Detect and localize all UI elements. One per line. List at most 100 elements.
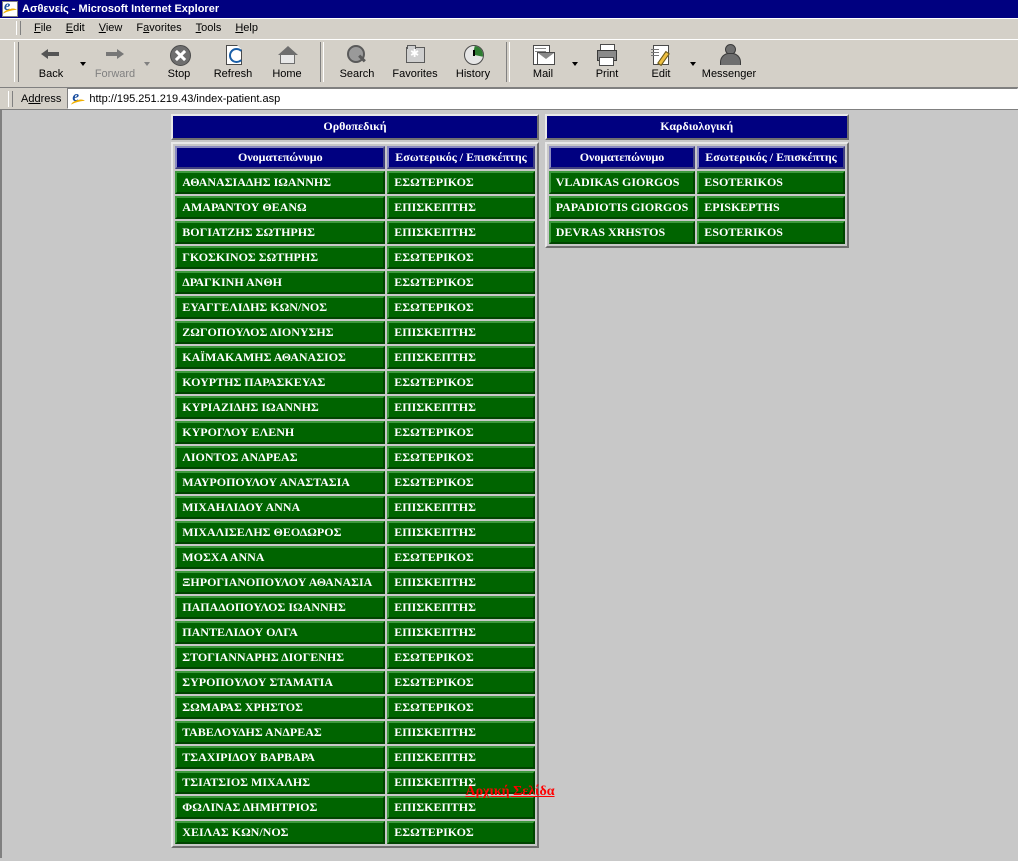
menu-item-tools[interactable]: Tools bbox=[189, 20, 229, 36]
department-title-orthopedic: Ορθοπεδική bbox=[171, 114, 539, 140]
cell-patient-status: ΕΣΩΤΕΡΙΚΟΣ bbox=[387, 371, 535, 394]
cell-patient-name: ΚΑΪΜΑΚΑΜΗΣ ΑΘΑΝΑΣΙΟΣ bbox=[175, 346, 386, 369]
menu-item-favorites[interactable]: Favorites bbox=[129, 20, 188, 36]
cell-patient-name: ΛΙΟΝΤΟΣ ΑΝΔΡΕΑΣ bbox=[175, 446, 386, 469]
patients-tbody-cardiology: VLADIKAS GIORGOS ESOTERIKOS PAPADIOTIS GIO… bbox=[548, 171, 845, 244]
cell-patient-name: ΒΟΓΙΑΤΖΗΣ ΣΩΤΗΡΗΣ bbox=[175, 221, 386, 244]
back-dropdown-icon[interactable] bbox=[78, 40, 88, 86]
cell-patient-status: ΕΠΙΣΚΕΠΤΗΣ bbox=[387, 346, 535, 369]
cell-patient-name: ΧΕΙΛΑΣ ΚΩΝ/ΝΟΣ bbox=[175, 821, 386, 844]
table-row: ΞΗΡΟΓΙΑΝΟΠΟΥΛΟΥ ΑΘΑΝΑΣΙΑ ΕΠΙΣΚΕΠΤΗΣ bbox=[175, 571, 535, 594]
cell-patient-name: ΤΣΑΧΙΡΙΔΟΥ ΒΑΡΒΑΡΑ bbox=[175, 746, 386, 769]
forward-button[interactable]: Forward bbox=[88, 40, 142, 87]
cell-patient-status: ΕΣΩΤΕΡΙΚΟΣ bbox=[387, 471, 535, 494]
window-title: Ασθενείς - Microsoft Internet Explorer bbox=[22, 3, 220, 15]
search-icon bbox=[344, 43, 370, 67]
cell-patient-status: ΕΠΙΣΚΕΠΤΗΣ bbox=[387, 496, 535, 519]
cell-patient-status: ΕΠΙΣΚΕΠΤΗΣ bbox=[387, 621, 535, 644]
table-row: ΕΥΑΓΓΕΛΙΔΗΣ ΚΩΝ/ΝΟΣ ΕΣΩΤΕΡΙΚΟΣ bbox=[175, 296, 535, 319]
department-block-orthopedic: Ορθοπεδική Ονοματεπώνυμο Εσωτερικός / Επ… bbox=[171, 114, 539, 848]
cell-patient-name: ΕΥΑΓΓΕΛΙΔΗΣ ΚΩΝ/ΝΟΣ bbox=[175, 296, 386, 319]
home-button[interactable]: Home bbox=[260, 40, 314, 87]
history-button[interactable]: History bbox=[446, 40, 500, 87]
cell-patient-name: ΜΙΧΑΛΙΣΕΛΗΣ ΘΕΟΔΩΡΟΣ bbox=[175, 521, 386, 544]
ie-logo-icon bbox=[2, 1, 18, 17]
cell-patient-name: VLADIKAS GIORGOS bbox=[548, 171, 696, 194]
table-row: ΜΑΥΡΟΠΟΥΛΟΥ ΑΝΑΣΤΑΣΙΑ ΕΣΩΤΕΡΙΚΟΣ bbox=[175, 471, 535, 494]
patients-tbody-orthopedic: ΑΘΑΝΑΣΙΑΔΗΣ ΙΩΑΝΝΗΣ ΕΣΩΤΕΡΙΚΟΣ ΑΜΑΡΑΝΤΟΥ Θ… bbox=[175, 171, 535, 844]
cell-patient-status: ESOTERIKOS bbox=[697, 171, 845, 194]
address-label: Address bbox=[21, 92, 62, 105]
table-row: ΜΟΣΧΑ ΑΝΝΑ ΕΣΩΤΕΡΙΚΟΣ bbox=[175, 546, 535, 569]
cell-patient-name: ΞΗΡΟΓΙΑΝΟΠΟΥΛΟΥ ΑΘΑΝΑΣΙΑ bbox=[175, 571, 386, 594]
table-row: ΣΤΟΓΙΑΝΝΑΡΗΣ ΔΙΟΓΕΝΗΣ ΕΣΩΤΕΡΙΚΟΣ bbox=[175, 646, 535, 669]
cell-patient-status: ΕΣΩΤΕΡΙΚΟΣ bbox=[387, 696, 535, 719]
refresh-button[interactable]: Refresh bbox=[206, 40, 260, 87]
stop-icon bbox=[166, 43, 192, 67]
mail-icon bbox=[530, 43, 556, 67]
cell-patient-name: ΚΥΡΙΑΖΙΔΗΣ ΙΩΑΝΝΗΣ bbox=[175, 396, 386, 419]
forward-dropdown-icon[interactable] bbox=[142, 40, 152, 86]
cell-patient-status: ΕΣΩΤΕΡΙΚΟΣ bbox=[387, 446, 535, 469]
table-row: ΜΙΧΑΛΙΣΕΛΗΣ ΘΕΟΔΩΡΟΣ ΕΠΙΣΚΕΠΤΗΣ bbox=[175, 521, 535, 544]
messenger-button[interactable]: Messenger bbox=[698, 40, 760, 87]
favorites-folder-icon: ✱ bbox=[402, 43, 428, 67]
table-row: ΜΙΧΑΗΛΙΔΟΥ ΑΝΝΑ ΕΠΙΣΚΕΠΤΗΣ bbox=[175, 496, 535, 519]
menu-item-file[interactable]: File bbox=[27, 20, 59, 36]
cell-patient-status: ΕΠΙΣΚΕΠΤΗΣ bbox=[387, 746, 535, 769]
cell-patient-status: EPISKEPTHS bbox=[697, 196, 845, 219]
menu-item-edit[interactable]: Edit bbox=[59, 20, 92, 36]
table-row: ΑΜΑΡΑΝΤΟΥ ΘΕΑΝΩ ΕΠΙΣΚΕΠΤΗΣ bbox=[175, 196, 535, 219]
menu-item-view[interactable]: View bbox=[92, 20, 130, 36]
cell-patient-name: ΜΑΥΡΟΠΟΥΛΟΥ ΑΝΑΣΤΑΣΙΑ bbox=[175, 471, 386, 494]
cell-patient-status: ΕΣΩΤΕΡΙΚΟΣ bbox=[387, 246, 535, 269]
print-button[interactable]: Print bbox=[580, 40, 634, 87]
edit-pencil-icon bbox=[648, 43, 674, 67]
cell-patient-status: ΕΣΩΤΕΡΙΚΟΣ bbox=[387, 821, 535, 844]
cell-patient-name: ΔΡΑΓΚΙΝΗ ΑΝΘΗ bbox=[175, 271, 386, 294]
cell-patient-name: ΜΙΧΑΗΛΙΔΟΥ ΑΝΝΑ bbox=[175, 496, 386, 519]
table-row: ΠΑΝΤΕΛΙΔΟΥ ΟΛΓΑ ΕΠΙΣΚΕΠΤΗΣ bbox=[175, 621, 535, 644]
browser-toolbar: Back Forward Stop Refresh Home Search ✱ … bbox=[0, 39, 1018, 88]
table-row: DEVRAS XRHSTOS ESOTERIKOS bbox=[548, 221, 845, 244]
toolbar-grip[interactable] bbox=[14, 42, 19, 82]
messenger-person-icon bbox=[716, 43, 742, 67]
history-clock-icon bbox=[460, 43, 486, 67]
search-button[interactable]: Search bbox=[330, 40, 384, 87]
cell-patient-status: ΕΠΙΣΚΕΠΤΗΣ bbox=[387, 521, 535, 544]
patients-table-cardiology: Ονοματεπώνυμο Εσωτερικός / Επισκέπτης VL… bbox=[544, 142, 849, 248]
cell-patient-name: DEVRAS XRHSTOS bbox=[548, 221, 696, 244]
department-block-cardiology: Καρδιολογική Ονοματεπώνυμο Εσωτερικός / … bbox=[544, 114, 849, 248]
web-page-content: Ορθοπεδική Ονοματεπώνυμο Εσωτερικός / Επ… bbox=[2, 110, 1018, 858]
table-row: PAPADIOTIS GIORGOS EPISKEPTHS bbox=[548, 196, 845, 219]
table-row: ΧΕΙΛΑΣ ΚΩΝ/ΝΟΣ ΕΣΩΤΕΡΙΚΟΣ bbox=[175, 821, 535, 844]
stop-button[interactable]: Stop bbox=[152, 40, 206, 87]
table-row: ΤΣΑΧΙΡΙΔΟΥ ΒΑΡΒΑΡΑ ΕΠΙΣΚΕΠΤΗΣ bbox=[175, 746, 535, 769]
toolbar-separator-1 bbox=[320, 42, 324, 82]
toolbar-separator-2 bbox=[506, 42, 510, 82]
cell-patient-status: ΕΠΙΣΚΕΠΤΗΣ bbox=[387, 321, 535, 344]
table-row: ΤΑΒΕΛΟΥΔΗΣ ΑΝΔΡΕΑΣ ΕΠΙΣΚΕΠΤΗΣ bbox=[175, 721, 535, 744]
table-row: ΛΙΟΝΤΟΣ ΑΝΔΡΕΑΣ ΕΣΩΤΕΡΙΚΟΣ bbox=[175, 446, 535, 469]
address-input[interactable]: http://195.251.219.43/index-patient.asp bbox=[67, 88, 1018, 109]
mail-dropdown-icon[interactable] bbox=[570, 40, 580, 86]
mail-button[interactable]: Mail bbox=[516, 40, 570, 87]
home-page-link[interactable]: Αρχική Σελίδα bbox=[465, 784, 554, 799]
cell-patient-name: ΑΜΑΡΑΝΤΟΥ ΘΕΑΝΩ bbox=[175, 196, 386, 219]
cell-patient-name: ΚΟΥΡΤΗΣ ΠΑΡΑΣΚΕΥΑΣ bbox=[175, 371, 386, 394]
cell-patient-status: ΕΠΙΣΚΕΠΤΗΣ bbox=[387, 196, 535, 219]
edit-dropdown-icon[interactable] bbox=[688, 40, 698, 86]
cell-patient-name: ΖΩΓΟΠΟΥΛΟΣ ΔΙΟΝΥΣΗΣ bbox=[175, 321, 386, 344]
table-header-row: Ονοματεπώνυμο Εσωτερικός / Επισκέπτης bbox=[175, 146, 535, 169]
cell-patient-status: ΕΣΩΤΕΡΙΚΟΣ bbox=[387, 421, 535, 444]
address-bar-grip[interactable] bbox=[8, 90, 13, 107]
table-header-row: Ονοματεπώνυμο Εσωτερικός / Επισκέπτης bbox=[548, 146, 845, 169]
edit-button[interactable]: Edit bbox=[634, 40, 688, 87]
menu-item-help[interactable]: Help bbox=[228, 20, 265, 36]
favorites-button[interactable]: ✱ Favorites bbox=[384, 40, 446, 87]
window-title-bar: Ασθενείς - Microsoft Internet Explorer bbox=[0, 0, 1018, 18]
department-title-cardiology: Καρδιολογική bbox=[544, 114, 849, 140]
table-row: ΣΥΡΟΠΟΥΛΟΥ ΣΤΑΜΑΤΙΑ ΕΣΩΤΕΡΙΚΟΣ bbox=[175, 671, 535, 694]
back-button[interactable]: Back bbox=[24, 40, 78, 87]
table-row: ΚΥΡΟΓΛΟΥ ΕΛΕΝΗ ΕΣΩΤΕΡΙΚΟΣ bbox=[175, 421, 535, 444]
